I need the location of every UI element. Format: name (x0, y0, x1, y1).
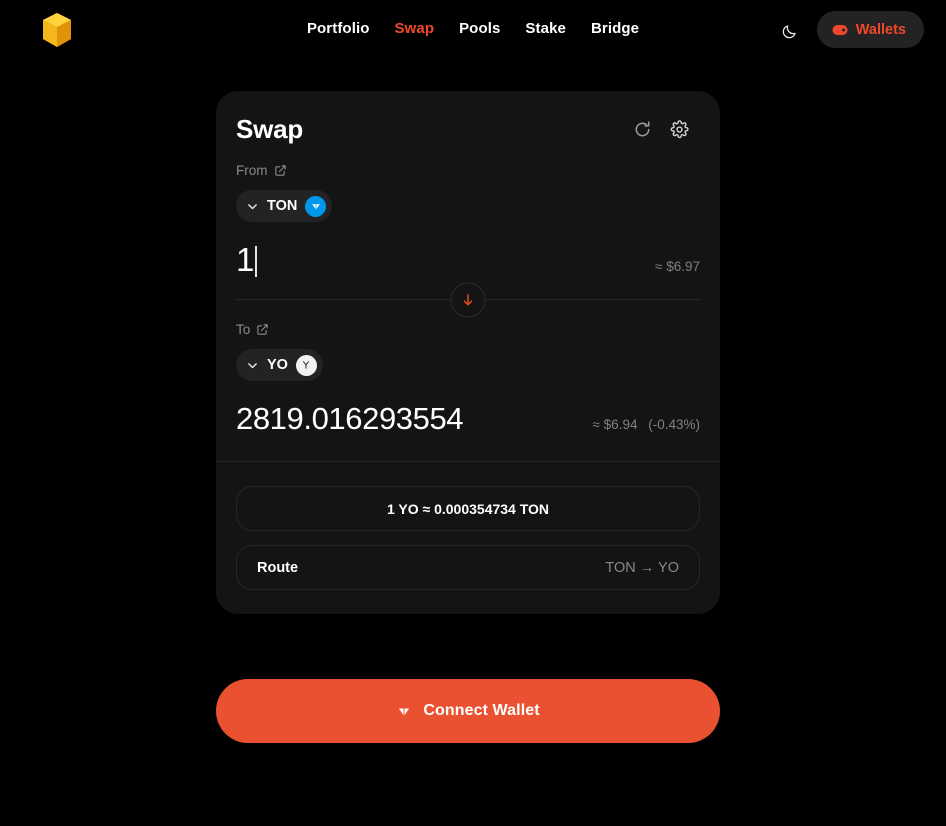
from-amount-row: 1 ≈ $6.97 (236, 222, 700, 280)
refresh-icon[interactable] (631, 119, 653, 141)
to-token-symbol: YO (267, 357, 288, 373)
from-label-group: From (236, 163, 700, 178)
from-amount-value: 1 (236, 241, 255, 278)
swap-info-area: 1 YO ≈ 0.000354734 TON Route TON → YO (216, 462, 720, 614)
to-usd-value: ≈ $6.94 (592, 417, 638, 432)
swap-card-actions (631, 119, 690, 141)
page-title: Swap (236, 114, 304, 144)
from-label: From (236, 163, 268, 178)
connect-wallet-button[interactable]: Connect Wallet (216, 679, 720, 743)
route-value: TON → YO (605, 559, 679, 576)
moon-icon-svg (783, 25, 796, 39)
to-amount-row: 2819.016293554 ≈ $6.94 (-0.43%) (236, 381, 700, 439)
nav-link-bridge[interactable]: Bridge (591, 19, 639, 39)
nav-link-stake[interactable]: Stake (525, 19, 566, 39)
gear-icon[interactable] (668, 119, 690, 141)
to-token-selector[interactable]: YO (236, 349, 323, 381)
external-link-icon[interactable] (256, 323, 269, 336)
from-token-symbol: TON (267, 198, 298, 214)
refresh-icon-svg (635, 121, 650, 137)
price-impact: (-0.43%) (648, 417, 700, 432)
from-usd-value: ≈ $6.97 (655, 259, 700, 274)
chevron-down-icon (248, 362, 257, 368)
to-label-group: To (236, 322, 700, 337)
swap-card-header: Swap (216, 91, 720, 145)
nav-link-portfolio[interactable]: Portfolio (307, 19, 370, 39)
ton-diamond-icon (305, 195, 327, 217)
nav-link-swap[interactable]: Swap (395, 19, 435, 39)
yo-logo-icon (295, 354, 317, 376)
exchange-rate-box[interactable]: 1 YO ≈ 0.000354734 TON (236, 486, 700, 531)
nav-link-pools[interactable]: Pools (459, 19, 500, 39)
external-link-icon[interactable] (274, 164, 287, 177)
ton-diamond-icon (398, 707, 410, 716)
yo-logo-svg (303, 361, 310, 369)
to-label: To (236, 322, 251, 337)
swap-from-pane: From TON 1 ≈ $6.97 (216, 145, 720, 317)
from-token-selector[interactable]: TON (236, 190, 333, 222)
top-navbar: Portfolio Swap Pools Stake Bridge Wallet… (0, 0, 946, 58)
swap-to-pane: To YO 2819.016293554 ≈ $6.94 (-0.43%) (216, 300, 720, 461)
wallets-button[interactable]: Wallets (816, 11, 924, 48)
text-caret (255, 246, 257, 277)
nav-right-actions: Wallets (775, 11, 924, 48)
route-label: Route (257, 559, 299, 576)
gear-icon-svg (670, 120, 689, 139)
from-amount-input[interactable]: 1 (236, 240, 257, 280)
ton-diamond-svg (311, 203, 320, 210)
connect-wallet-label: Connect Wallet (423, 702, 540, 719)
moon-icon[interactable] (775, 17, 805, 47)
to-amount-value: 2819.016293554 (236, 401, 464, 436)
wallet-icon (832, 24, 848, 35)
wallets-button-label: Wallets (855, 21, 906, 38)
chevron-down-icon (248, 203, 257, 209)
swap-card: Swap From TON 1 ≈ $6.97 To YO 2819.01629… (216, 91, 720, 614)
to-usd-group: ≈ $6.94 (-0.43%) (593, 417, 700, 432)
route-row[interactable]: Route TON → YO (236, 545, 700, 590)
